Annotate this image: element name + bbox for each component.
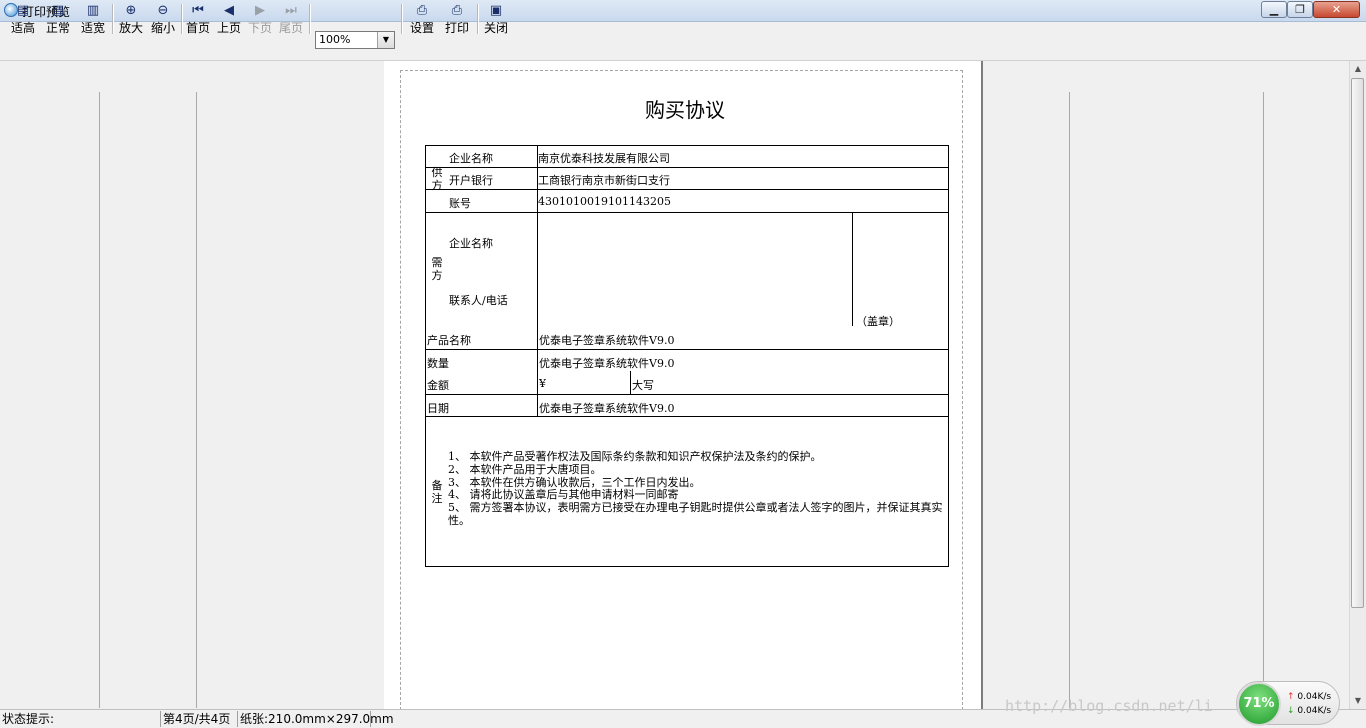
remarks-label: 备注 xyxy=(431,479,443,505)
close-preview-button[interactable]: ▣ 关闭 xyxy=(481,2,511,36)
close-window-button[interactable]: ✕ xyxy=(1313,1,1360,18)
status-page: 第4页/共4页 xyxy=(161,711,238,727)
supplier-label: 供方 xyxy=(431,166,443,192)
buyer-label: 需方 xyxy=(431,256,443,282)
download-speed-value: 0.04K/s xyxy=(1297,706,1332,716)
print-button[interactable]: ⎙ 打印 xyxy=(442,2,472,36)
toolbar-separator xyxy=(181,4,183,34)
zoom-in-button[interactable]: ⊕ 放大 xyxy=(116,2,146,36)
status-hint: 状态提示: xyxy=(0,711,161,727)
print-label: 打印 xyxy=(444,21,469,35)
fit-width-label: 适宽 xyxy=(80,21,105,35)
zoom-out-icon: ⊖ xyxy=(157,3,169,18)
toolbar-separator xyxy=(477,4,479,34)
download-speed: ↓ 0.04K/s xyxy=(1287,706,1331,716)
seal-label: （盖章） xyxy=(856,315,900,328)
buyer-company-label: 企业名称 xyxy=(449,237,493,250)
company-name-label: 企业名称 xyxy=(449,152,493,165)
normal-icon: ▤ xyxy=(51,3,65,18)
normal-label: 正常 xyxy=(45,21,70,35)
date-label: 日期 xyxy=(427,402,449,415)
scroll-down-icon[interactable]: ▼ xyxy=(1350,693,1366,709)
status-paper: 纸张:210.0mm×297.0mm xyxy=(240,711,394,727)
zoom-in-label: 放大 xyxy=(118,21,143,35)
account-value: 4301010019101143205 xyxy=(538,195,671,208)
fit-width-button[interactable]: ▥ 适宽 xyxy=(78,2,108,36)
buyer-contact-label: 联系人/电话 xyxy=(449,294,508,307)
arrow-up-icon: ↑ xyxy=(1287,692,1295,702)
fit-height-button[interactable]: ▤ 适高 xyxy=(8,2,38,36)
scroll-thumb[interactable] xyxy=(1351,78,1364,608)
maximize-button[interactable]: ❐ xyxy=(1287,1,1313,18)
next-page-label: 下页 xyxy=(247,21,272,35)
page-edge-line xyxy=(99,92,100,708)
zoom-value: 100% xyxy=(319,33,351,46)
product-label: 产品名称 xyxy=(427,334,471,347)
normal-button[interactable]: ▤ 正常 xyxy=(43,2,73,36)
maximize-icon: ❐ xyxy=(1295,3,1305,16)
upload-speed-value: 0.04K/s xyxy=(1297,692,1332,702)
arrow-down-icon: ↓ xyxy=(1287,706,1295,716)
zoom-in-icon: ⊕ xyxy=(125,3,137,18)
last-page-icon: ⏭ xyxy=(285,3,297,18)
minimize-button[interactable]: ▁ xyxy=(1261,1,1287,18)
toolbar-separator xyxy=(401,4,403,34)
settings-icon: ⎙ xyxy=(416,3,428,18)
quantity-label: 数量 xyxy=(427,357,449,370)
remark-item: 1、 本软件产品受著作权法及国际条约条款和知识产权保护法及条约的保护。 xyxy=(448,450,822,463)
page-edge-line xyxy=(1263,92,1264,708)
watermark-text: http://blog.csdn.net/li xyxy=(1005,697,1213,715)
prev-page-icon: ◀ xyxy=(224,3,234,18)
page-edge-line xyxy=(1069,92,1070,708)
last-page-button[interactable]: ⏭ 尾页 xyxy=(277,2,305,36)
upload-speed: ↑ 0.04K/s xyxy=(1287,692,1331,702)
bank-label: 开户银行 xyxy=(449,174,493,187)
last-page-label: 尾页 xyxy=(278,21,303,35)
amount-label: 金额 xyxy=(427,379,449,392)
remark-item: 2、 本软件产品用于大唐项目。 xyxy=(448,462,602,476)
remark-item: 5、 需方签署本协议，表明需方已接受在办理电子钥匙时提供公章或者法人签字的图片，… xyxy=(448,501,943,527)
settings-label: 设置 xyxy=(409,21,434,35)
fit-height-icon: ▤ xyxy=(16,3,30,18)
network-monitor-widget[interactable]: 71% ↑ 0.04K/s ↓ 0.04K/s xyxy=(1236,681,1340,726)
agreement-table: 供方 企业名称 南京优泰科技发展有限公司 开户银行 工商银行南京市新街口支行 账… xyxy=(425,145,949,567)
zoom-out-button[interactable]: ⊖ 缩小 xyxy=(148,2,178,36)
remarks-list: 1、 本软件产品受著作权法及国际条约条款和知识产权保护法及条约的保护。 2、 本… xyxy=(448,450,943,528)
fit-width-icon: ▥ xyxy=(86,3,100,18)
zoom-out-label: 缩小 xyxy=(150,21,175,35)
first-page-label: 首页 xyxy=(185,21,210,35)
close-folder-icon: ▣ xyxy=(489,3,503,18)
next-page-button[interactable]: ▶ 下页 xyxy=(246,2,274,36)
first-page-button[interactable]: ⏮ 首页 xyxy=(184,2,212,36)
prev-page-button[interactable]: ◀ 上页 xyxy=(215,2,243,36)
zoom-select[interactable]: 100% ▼ xyxy=(315,31,395,49)
quantity-value: 优泰电子签章系统软件V9.0 xyxy=(539,357,675,370)
account-label: 账号 xyxy=(449,197,471,210)
amount-caps-label: 大写 xyxy=(632,379,654,392)
toolbar-separator xyxy=(309,4,311,34)
settings-button[interactable]: ⎙ 设置 xyxy=(407,2,437,36)
prev-page-label: 上页 xyxy=(216,21,241,35)
printer-icon: ⎙ xyxy=(451,3,463,18)
amount-symbol: ¥ xyxy=(539,377,546,390)
page-edge-line xyxy=(196,92,197,708)
minimize-icon: ▁ xyxy=(1269,3,1279,16)
next-page-icon: ▶ xyxy=(255,3,265,18)
bank-value: 工商银行南京市新街口支行 xyxy=(538,174,670,187)
scroll-up-icon[interactable]: ▲ xyxy=(1350,61,1366,77)
company-name-value: 南京优泰科技发展有限公司 xyxy=(538,152,670,165)
monitor-percent: 71% xyxy=(1237,682,1281,726)
toolbar-separator xyxy=(112,4,114,34)
first-page-icon: ⏮ xyxy=(192,3,204,18)
fit-height-label: 适高 xyxy=(10,21,35,35)
date-value: 优泰电子签章系统软件V9.0 xyxy=(539,402,675,415)
vertical-scrollbar[interactable]: ▲ ▼ xyxy=(1349,61,1366,709)
document-title: 购买协议 xyxy=(645,98,725,122)
close-icon: ✕ xyxy=(1331,3,1342,16)
product-value: 优泰电子签章系统软件V9.0 xyxy=(539,334,675,347)
chevron-down-icon[interactable]: ▼ xyxy=(377,32,394,48)
close-label: 关闭 xyxy=(483,21,508,35)
